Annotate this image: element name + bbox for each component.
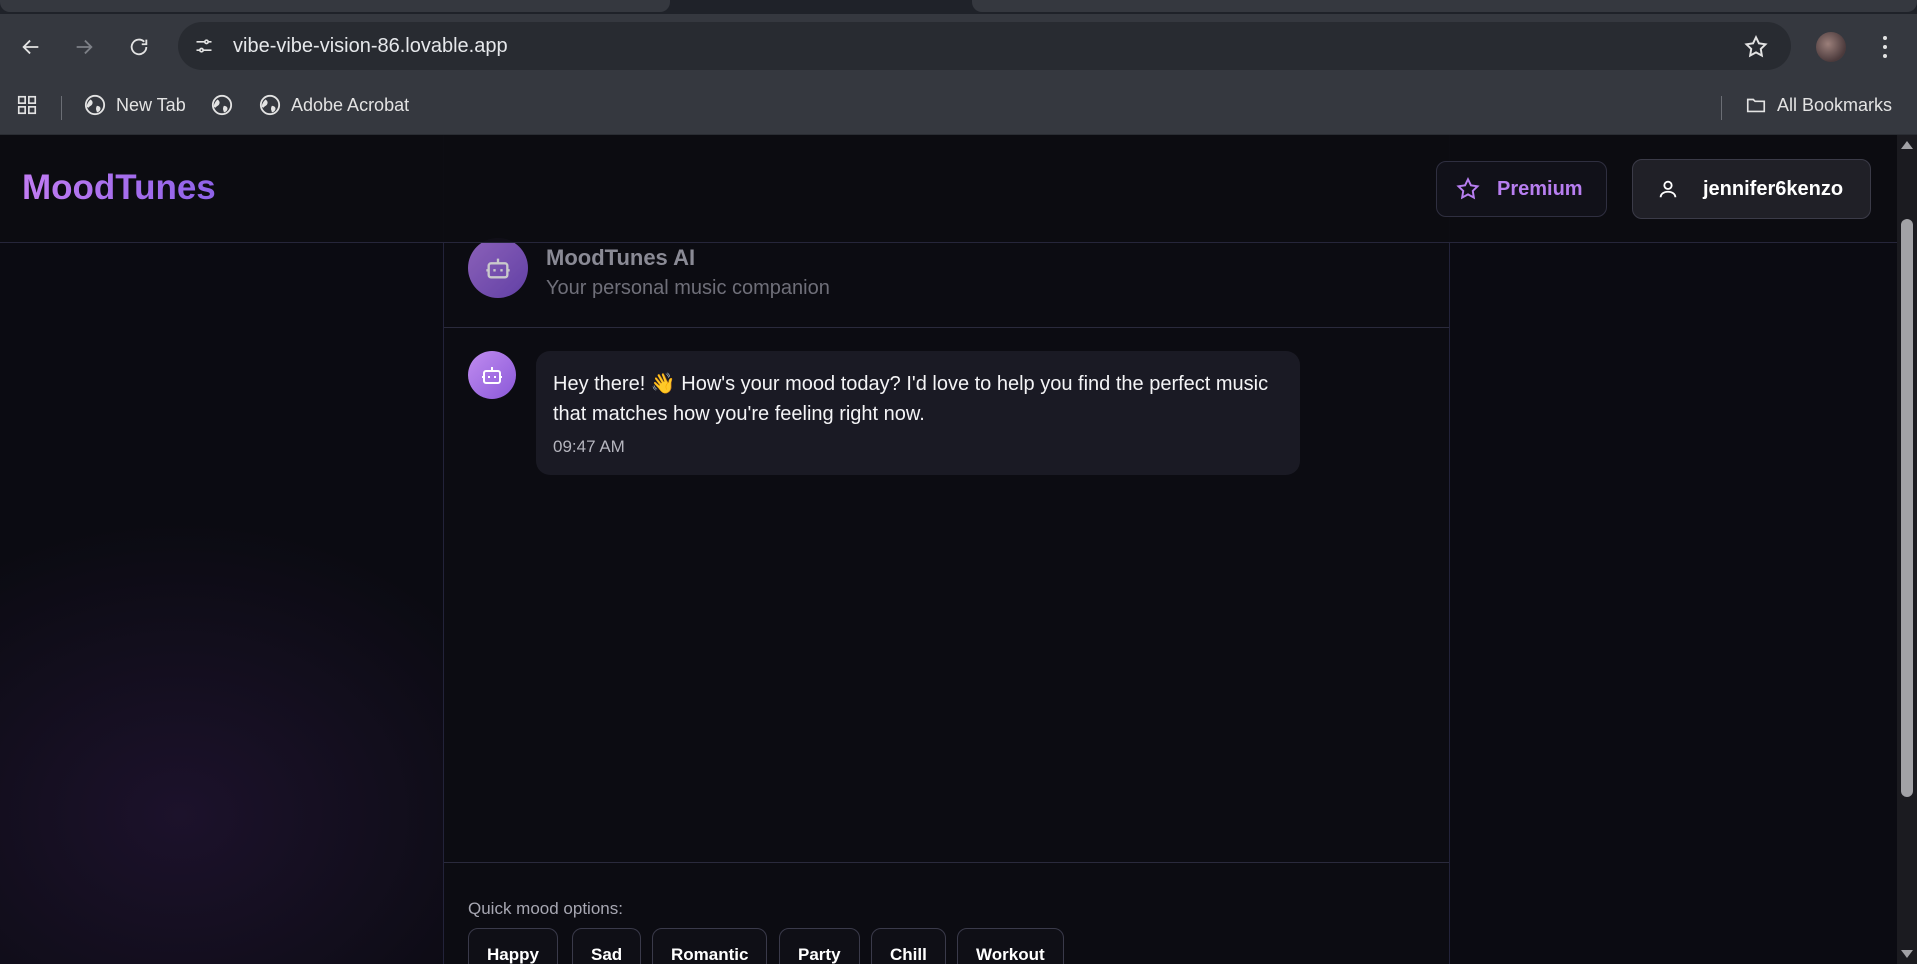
scrollbar-thumb[interactable]: [1901, 219, 1913, 797]
all-bookmarks-label: All Bookmarks: [1777, 94, 1893, 115]
premium-button[interactable]: Premium: [1436, 161, 1607, 217]
mood-chip-romantic[interactable]: Romantic: [652, 928, 768, 964]
user-menu-button[interactable]: jennifer6kenzo: [1632, 159, 1871, 219]
folder-icon: [1746, 98, 1766, 113]
bookmark-divider: [61, 96, 62, 120]
mood-chip-party[interactable]: Party: [779, 928, 860, 964]
star-icon: [1456, 177, 1480, 200]
globe-icon: [84, 94, 106, 116]
browser-menu-icon[interactable]: [1872, 34, 1898, 60]
app-logo[interactable]: MoodTunes: [22, 168, 216, 208]
quick-mood-label: Quick mood options:: [468, 899, 623, 918]
arrow-right-icon: [76, 39, 93, 55]
bookmark-adobe-acrobat[interactable]: Adobe Acrobat: [259, 94, 409, 116]
scroll-up-icon[interactable]: [1901, 141, 1913, 149]
message-text: Hey there! 👋 How's your mood today? I'd …: [553, 373, 1269, 425]
bookmark-star-icon[interactable]: [1743, 34, 1769, 60]
mood-chip-happy[interactable]: Happy: [468, 928, 558, 964]
message-timestamp: 09:47 AM: [553, 437, 625, 456]
site-info-icon[interactable]: [191, 33, 217, 59]
bot-icon: [486, 258, 510, 279]
bookmarks-bar: New Tab Adobe Acrobat All Bookmarks: [0, 80, 1917, 135]
address-bar[interactable]: vibe-vibe-vision-86.lovable.app: [178, 22, 1791, 70]
chat-panel: MoodTunes AI Your personal music compani…: [443, 135, 1450, 964]
bookmark-globe[interactable]: [211, 94, 233, 116]
quick-mood-area: Quick mood options: Happy Sad Romantic P…: [444, 862, 1449, 964]
chat-title: MoodTunes AI: [546, 245, 696, 270]
bookmark-label: New Tab: [116, 94, 186, 115]
chat-header: MoodTunes AI Your personal music compani…: [444, 238, 1449, 328]
mood-chip-chill[interactable]: Chill: [871, 928, 946, 964]
browser-toolbar: vibe-vibe-vision-86.lovable.app: [0, 14, 1917, 80]
back-button[interactable]: [16, 32, 46, 62]
bookmark-new-tab[interactable]: New Tab: [84, 94, 186, 116]
username-label: jennifer6kenzo: [1703, 177, 1844, 200]
globe-icon: [211, 94, 233, 116]
profile-avatar[interactable]: [1816, 32, 1846, 62]
url-text[interactable]: vibe-vibe-vision-86.lovable.app: [233, 35, 508, 58]
user-icon: [1659, 180, 1677, 198]
reload-button[interactable]: [124, 32, 154, 62]
page-viewport: MoodTunes AI Your personal music compani…: [0, 135, 1897, 964]
tab-strip: [0, 0, 1917, 14]
scroll-down-icon[interactable]: [1901, 950, 1913, 958]
page-scrollbar[interactable]: [1897, 135, 1917, 964]
arrow-left-icon: [22, 39, 39, 55]
browser-tab[interactable]: [0, 0, 670, 12]
apps-icon[interactable]: [16, 94, 38, 116]
forward-button[interactable]: [69, 32, 99, 62]
all-bookmarks-button[interactable]: All Bookmarks: [1745, 94, 1892, 116]
mood-chip-workout[interactable]: Workout: [957, 928, 1064, 964]
bookmark-label: Adobe Acrobat: [291, 94, 410, 115]
bot-avatar: [468, 238, 528, 298]
mood-chip-sad[interactable]: Sad: [572, 928, 642, 964]
chat-subtitle: Your personal music companion: [546, 277, 830, 299]
premium-label: Premium: [1497, 177, 1583, 200]
app-header: MoodTunes Premium jennifer6kenzo: [0, 135, 1897, 243]
bookmark-divider: [1721, 96, 1722, 120]
message-bubble: Hey there! 👋 How's your mood today? I'd …: [536, 351, 1300, 475]
reload-icon: [130, 38, 148, 56]
bot-icon: [482, 367, 502, 384]
browser-tab[interactable]: [972, 0, 1917, 12]
message-bot-avatar: [468, 351, 516, 399]
globe-icon: [259, 94, 281, 116]
